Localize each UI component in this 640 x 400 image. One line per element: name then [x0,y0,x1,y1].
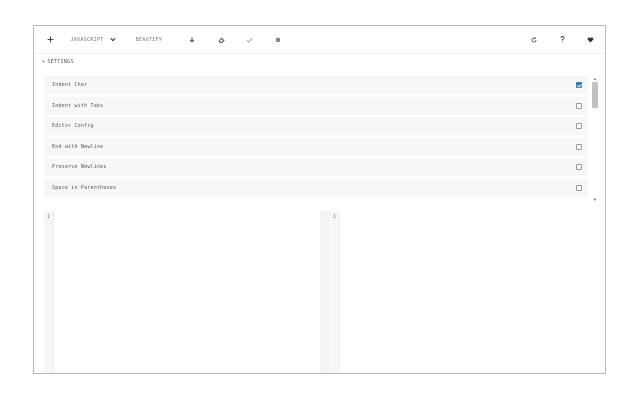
heart-icon [587,37,593,42]
settings-title: SETTINGS [47,59,74,65]
plus-icon [47,36,53,43]
setting-checkbox[interactable] [576,164,582,170]
settings-scrollbar[interactable]: ▲ ▼ [591,76,599,202]
setting-checkbox[interactable] [576,82,582,88]
question-icon [560,36,564,43]
setting-checkbox[interactable] [576,123,582,129]
check-icon [245,37,253,43]
setting-label: Indent Char [52,82,88,88]
setting-checkbox[interactable] [576,143,582,150]
gear-icon [275,37,281,42]
scrollbar-thumb[interactable] [592,82,598,108]
input-code-area[interactable] [54,211,320,373]
copy-button[interactable] [242,26,256,53]
download-button[interactable] [185,26,199,53]
line-number: 1 [333,214,337,220]
language-label: JAVASCRIPT [70,36,104,43]
eraser-icon [217,37,225,43]
toolbar: JAVASCRIPT BEAUTIFY [34,26,605,54]
line-number: 1 [47,214,51,220]
caret-down-icon: ▾ [42,59,46,65]
setting-label: Preserve Newlines [52,164,107,170]
output-editor: 1 [330,211,601,373]
setting-label: Space in Parentheses [52,184,117,191]
setting-checkbox[interactable] [576,184,582,191]
settings-button[interactable] [271,26,285,53]
add-button[interactable] [44,26,56,53]
input-editor: 1 [44,211,320,373]
help-button[interactable] [555,26,569,53]
app-window: JAVASCRIPT BEAUTIFY ▾ SETTINGS Indent Ch… [33,25,606,374]
favorite-button[interactable] [583,26,597,53]
scroll-down-icon[interactable]: ▼ [592,197,598,202]
setting-label: Editor Config [52,123,94,129]
editor-divider[interactable] [320,211,330,373]
chevron-down-icon [109,37,116,42]
beautify-label: BEAUTIFY [135,36,163,43]
setting-row[interactable]: Preserve Newlines [44,158,588,176]
beautify-button[interactable]: BEAUTIFY [131,26,167,53]
setting-checkbox[interactable] [576,102,582,109]
language-select[interactable]: JAVASCRIPT [66,26,120,53]
refresh-icon [531,36,537,42]
settings-toggle[interactable]: ▾ SETTINGS [42,57,74,67]
clear-button[interactable] [214,26,228,53]
setting-row[interactable]: Indent Char [44,76,588,94]
setting-row[interactable]: Editor Config [44,117,588,135]
setting-row[interactable]: Space in Parentheses [44,178,588,197]
output-gutter: 1 [330,211,340,373]
setting-row[interactable]: Indent with Tabs [44,96,588,115]
scroll-up-icon[interactable]: ▲ [592,76,598,81]
editors: 1 1 [44,211,601,373]
settings-list: Indent Char Indent with Tabs Editor Config… [44,76,588,198]
setting-row[interactable]: End with Newline [44,137,588,156]
input-gutter: 1 [44,211,54,373]
setting-label: End with Newline [52,143,104,150]
download-icon [189,37,195,43]
setting-label: Indent with Tabs [52,102,104,109]
output-code-area[interactable] [340,211,601,373]
refresh-button[interactable] [527,26,541,53]
